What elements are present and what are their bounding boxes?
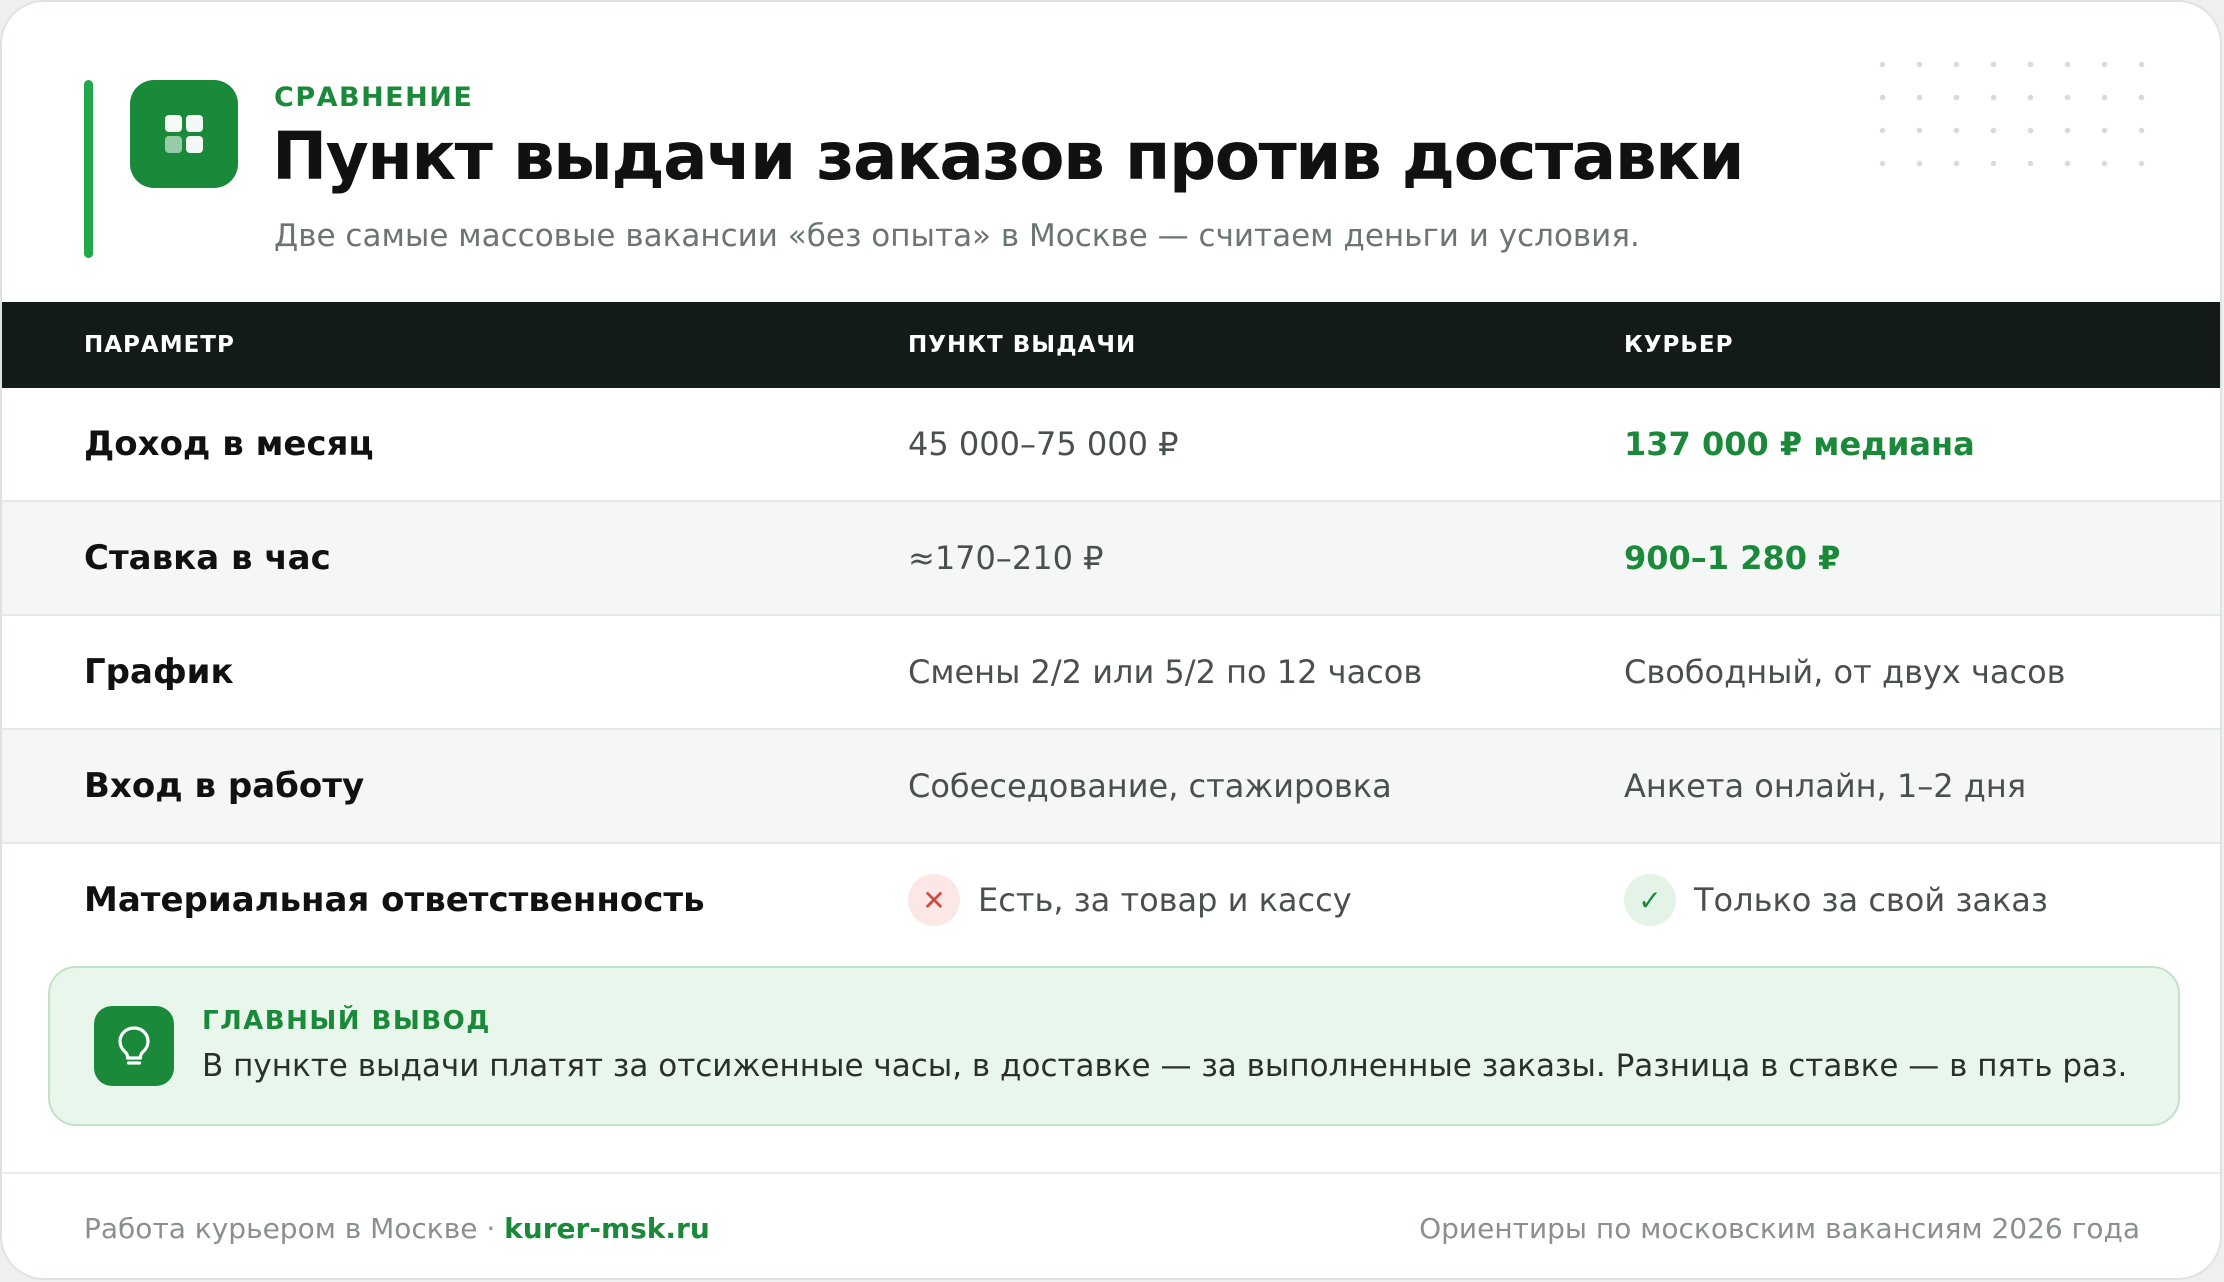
page-title: Пункт выдачи заказов против доставки (272, 118, 1745, 195)
dot-pattern-decoration (1864, 48, 2164, 188)
table-row: Ставка в час ≈170–210 ₽ 900–1 280 ₽ (2, 502, 2220, 616)
row-pvz-value: ≈170–210 ₽ (908, 539, 1104, 577)
column-header-pvz: ПУНКТ ВЫДАЧИ (908, 332, 1137, 358)
check-icon: ✓ (1624, 874, 1676, 926)
row-courier-cell: ✓ Только за свой заказ (1624, 844, 2048, 956)
row-param: Материальная ответственность (84, 880, 705, 920)
table-row: Материальная ответственность ✕ Есть, за … (2, 844, 2220, 958)
row-courier-value: Анкета онлайн, 1–2 дня (1624, 767, 2027, 805)
accent-bar (84, 80, 93, 258)
cross-icon: ✕ (908, 874, 960, 926)
conclusion-text: В пункте выдачи платят за отсиженные час… (202, 1048, 2128, 1084)
eyebrow-label: СРАВНЕНИЕ (274, 82, 474, 113)
row-param: График (84, 652, 234, 692)
row-param: Доход в месяц (84, 424, 374, 464)
row-pvz-value: 45 000–75 000 ₽ (908, 425, 1179, 463)
row-courier-value: 900–1 280 ₽ (1624, 539, 1841, 577)
table-row: Вход в работу Собеседование, стажировка … (2, 730, 2220, 844)
row-courier-value: Свободный, от двух часов (1624, 653, 2066, 691)
column-header-parameter: ПАРАМЕТР (84, 332, 235, 358)
footer-caption: Работа курьером в Москве · (84, 1212, 496, 1245)
page-subtitle: Две самые массовые вакансии «без опыта» … (274, 218, 1640, 254)
row-pvz-value: Собеседование, стажировка (908, 767, 1392, 805)
table-header: ПАРАМЕТР ПУНКТ ВЫДАЧИ КУРЬЕР (2, 302, 2220, 388)
conclusion-box: ГЛАВНЫЙ ВЫВОД В пункте выдачи платят за … (48, 966, 2180, 1126)
row-courier-value: Только за свой заказ (1694, 881, 2048, 919)
column-header-courier: КУРЬЕР (1624, 332, 1734, 358)
conclusion-label: ГЛАВНЫЙ ВЫВОД (202, 1006, 491, 1036)
row-courier-value: 137 000 ₽ медиана (1624, 425, 1975, 463)
table-row: График Смены 2/2 или 5/2 по 12 часов Сво… (2, 616, 2220, 730)
grid-icon (130, 80, 238, 188)
row-param: Ставка в час (84, 538, 331, 578)
row-param: Вход в работу (84, 766, 365, 806)
table-row: Доход в месяц 45 000–75 000 ₽ 137 000 ₽ … (2, 388, 2220, 502)
site-link[interactable]: kurer-msk.ru (504, 1212, 710, 1245)
row-pvz-value: Смены 2/2 или 5/2 по 12 часов (908, 653, 1423, 691)
lightbulb-icon (94, 1006, 174, 1086)
comparison-card: СРАВНЕНИЕ Пункт выдачи заказов против до… (0, 0, 2222, 1280)
row-pvz-value: Есть, за товар и кассу (978, 881, 1352, 919)
footer-divider (2, 1172, 2220, 1174)
footer-note: Ориентиры по московским вакансиям 2026 г… (1419, 1212, 2140, 1245)
footer-left: Работа курьером в Москве · kurer-msk.ru (84, 1212, 710, 1245)
row-pvz-cell: ✕ Есть, за товар и кассу (908, 844, 1352, 956)
